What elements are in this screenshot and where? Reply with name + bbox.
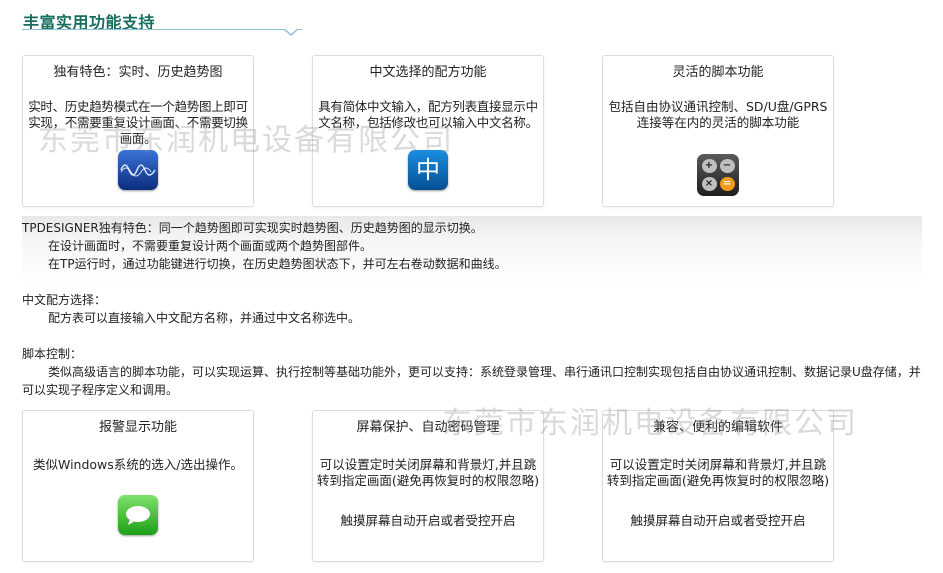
title-caret-icon [283,28,299,36]
script-detail-line: 类似高级语言的脚本功能，可以实现运算、执行控制等基础功能外，更可以支持：系统登录… [22,365,921,397]
card-title: 屏幕保护、自动密码管理 [356,420,500,435]
card-description-extra: 触摸屏幕自动开启或者受控开启 [340,513,516,528]
card-title: 灵活的脚本功能 [672,65,764,80]
feature-card-screensaver: 屏幕保护、自动密码管理 可以设置定时关闭屏幕和背景灯,并且跳转到指定画面(避免再… [312,410,544,562]
card-description: 包括自由协议通讯控制、SD/U盘/GPRS连接等在内的灵活的脚本功能 [608,99,828,130]
card-description: 实时、历史趋势模式在一个趋势图上即可实现，不需要重复设计画面、不需要切换画面。 [28,99,248,146]
calc-key: = [719,177,735,192]
calc-key: − [719,158,735,173]
trend-detail-line: 在TP运行时，通过功能键进行切换，在历史趋势图状态下，并可左右卷动数据和曲线。 [48,257,507,271]
feature-card-recipe: 中文选择的配方功能 具有简体中文输入，配方列表直接显示中文名称，包括修改也可以输… [312,55,544,207]
chinese-input-icon: 中 [408,150,448,190]
card-title: 中文选择的配方功能 [369,65,487,80]
recipe-detail-line: 配方表可以直接输入中文配方名称，并通过中文名称选中。 [48,311,361,325]
feature-card-script: 灵活的脚本功能 包括自由协议通讯控制、SD/U盘/GPRS连接等在内的灵活的脚本… [602,55,834,207]
card-description: 类似Windows系统的选入/选出操作。 [32,457,243,472]
details-text: TPDESIGNER独有特色：同一个趋势图即可实现实时趋势图、历史趋势图的显示切… [22,219,922,399]
calc-key: × [701,177,717,192]
card-title: 独有特色：实时、历史趋势图 [53,65,223,80]
card-description: 具有简体中文输入，配方列表直接显示中文名称，包括修改也可以输入中文名称。 [318,99,538,130]
trend-heading: TPDESIGNER独有特色：同一个趋势图即可实现实时趋势图、历史趋势图的显示切… [22,221,483,235]
card-description: 可以设置定时关闭屏幕和背景灯,并且跳转到指定画面(避免再恢复时的权限忽略) [316,457,540,488]
card-title: 报警显示功能 [98,420,177,435]
card-description-extra: 触摸屏幕自动开启或者受控开启 [630,513,806,528]
feature-card-alarm: 报警显示功能 类似Windows系统的选入/选出操作。 [22,410,254,562]
script-heading: 脚本控制： [22,347,83,361]
feature-card-trend: 独有特色：实时、历史趋势图 实时、历史趋势模式在一个趋势图上即可实现，不需要重复… [22,55,254,207]
recipe-heading: 中文配方选择： [22,293,107,307]
calculator-icon: + − × = [697,154,739,196]
card-description: 可以设置定时关闭屏幕和背景灯,并且跳转到指定画面(避免再恢复时的权限忽略) [606,457,830,488]
card-title: 兼容、便利的编辑软件 [652,420,783,435]
calc-key: + [701,158,717,173]
feature-card-editor: 兼容、便利的编辑软件 可以设置定时关闭屏幕和背景灯,并且跳转到指定画面(避免再恢… [602,410,834,562]
message-icon [118,495,158,535]
wave-icon [118,150,158,190]
title-underline [22,29,302,30]
trend-detail-line: 在设计画面时，不需要重复设计两个画面或两个趋势图部件。 [48,239,373,253]
